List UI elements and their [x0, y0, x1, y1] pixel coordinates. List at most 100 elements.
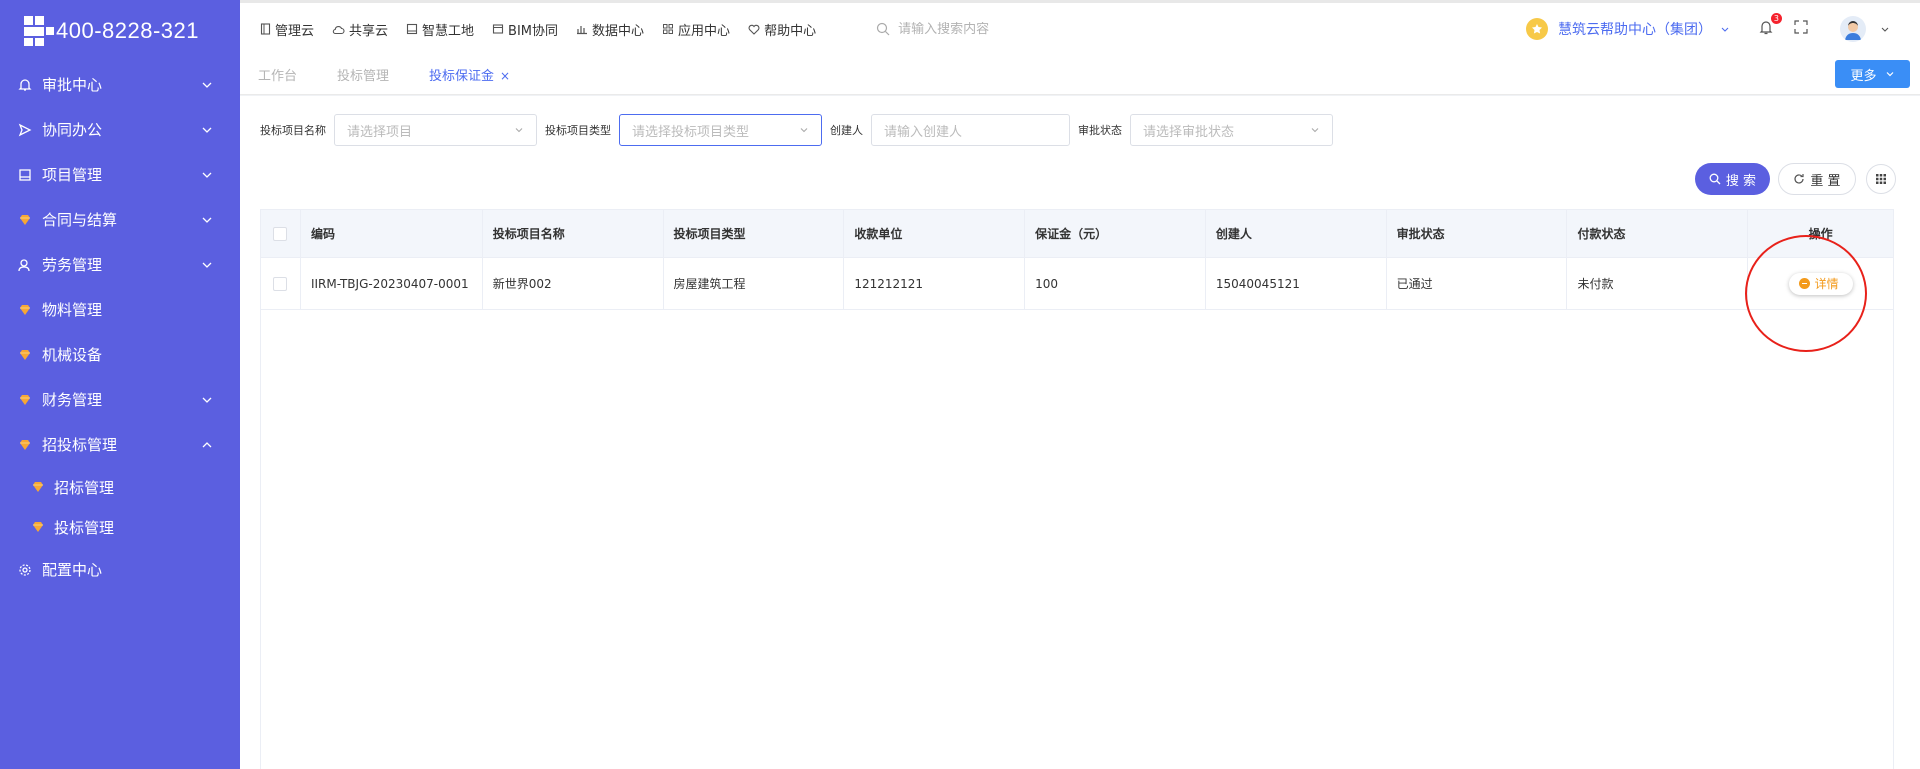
tab-bid-deposit[interactable]: 投标保证金 ×: [429, 65, 510, 84]
chevron-down-icon: [202, 172, 212, 178]
row-checkbox[interactable]: [273, 276, 287, 291]
sidebar-item-collab[interactable]: 协同办公: [0, 107, 240, 152]
sidebar-item-material[interactable]: 物料管理: [0, 287, 240, 332]
nav-item-data-center[interactable]: 数据中心: [576, 20, 644, 39]
logo[interactable]: 400-8228-321: [0, 0, 240, 62]
sidebar-item-project[interactable]: 项目管理: [0, 152, 240, 197]
sidebar-item-contract[interactable]: 合同与结算: [0, 197, 240, 242]
cell-creator: 15040045121: [1206, 258, 1387, 309]
filter-label-approval-status: 审批状态: [1078, 124, 1122, 137]
project-name-select[interactable]: 请选择项目: [334, 114, 537, 146]
book-icon: [18, 168, 32, 182]
sidebar-item-label: 配置中心: [42, 561, 103, 579]
sidebar-item-approval[interactable]: 审批中心: [0, 62, 240, 107]
sidebar-item-labor[interactable]: 劳务管理: [0, 242, 240, 287]
header-payee[interactable]: 收款单位: [844, 210, 1026, 257]
chevron-down-icon: [202, 82, 212, 88]
header-payment-status[interactable]: 付款状态: [1567, 210, 1749, 257]
gem-icon: [18, 213, 32, 227]
gem-icon: [33, 522, 43, 532]
more-dots-icon: [1798, 278, 1810, 289]
reset-button-label: 重 置: [1810, 173, 1841, 189]
table-row[interactable]: IIRM-TBJG-20230407-0001 新世界002 房屋建筑工程 12…: [261, 258, 1893, 310]
header-code[interactable]: 编码: [301, 210, 483, 257]
header-actions: 操作: [1808, 227, 1833, 241]
org-switcher[interactable]: 慧筑云帮助中心（集团）: [1526, 18, 1730, 40]
nav-item-bim[interactable]: BIM协同: [492, 20, 558, 39]
creator-input[interactable]: 请输入创建人: [871, 114, 1070, 146]
brand-phone: 400-8228-321: [56, 18, 200, 43]
header-project-type[interactable]: 投标项目类型: [664, 210, 845, 257]
column-settings-button[interactable]: [1866, 164, 1896, 194]
chevron-down-icon: [202, 127, 212, 133]
cell-deposit: 100: [1025, 258, 1206, 309]
heart-icon: [748, 24, 760, 35]
cell-payee: 121212121: [844, 258, 1026, 309]
sidebar-item-config[interactable]: 配置中心: [0, 547, 240, 592]
cell-code: IIRM-TBJG-20230407-0001: [301, 258, 483, 309]
header-project-name[interactable]: 投标项目名称: [483, 210, 664, 257]
nav-item-smart-site[interactable]: 智慧工地: [406, 20, 474, 39]
header-creator[interactable]: 创建人: [1206, 210, 1387, 257]
deposit-table: 编码 投标项目名称 投标项目类型 收款单位 保证金（元） 创建人 审批状态 付款…: [260, 209, 1894, 769]
detail-button[interactable]: 详情: [1788, 272, 1853, 295]
top-nav: 管理云 共享云 智慧工地 BIM协同 数据中心 应用中心 帮助中心: [240, 20, 834, 39]
sidebar: 400-8228-321 审批中心 协同办公 项目管理 合同与结算 劳务管理 物…: [0, 0, 240, 769]
chevron-down-icon: [515, 128, 523, 133]
cell-actions: 详情: [1748, 258, 1893, 309]
gem-icon: [18, 303, 32, 317]
reset-button[interactable]: 重 置: [1778, 163, 1856, 195]
logo-icon: [24, 16, 54, 46]
gem-icon: [18, 393, 32, 407]
select-placeholder: 请选择项目: [347, 124, 413, 140]
chart-icon: [577, 26, 588, 35]
sidebar-item-label: 劳务管理: [42, 256, 103, 274]
header-approval-status[interactable]: 审批状态: [1387, 210, 1568, 257]
sidebar-subitem-label: 招标管理: [54, 478, 115, 497]
avatar[interactable]: [1840, 16, 1866, 42]
select-all-checkbox[interactable]: [273, 226, 287, 241]
notification-button[interactable]: 3: [1758, 13, 1782, 39]
nav-item-app-center[interactable]: 应用中心: [662, 20, 730, 39]
filter-row: 投标项目名称 请选择项目 投标项目类型 请选择投标项目类型 创建人 请输入创建人…: [260, 114, 1333, 146]
tab-workbench[interactable]: 工作台: [258, 65, 297, 84]
nav-item-help-center[interactable]: 帮助中心: [748, 20, 816, 39]
tab-bid-management[interactable]: 投标管理: [337, 65, 389, 84]
select-placeholder: 请选择投标项目类型: [632, 124, 750, 140]
sidebar-subitem-bid[interactable]: 投标管理: [0, 507, 240, 547]
fullscreen-button[interactable]: [1794, 20, 1808, 38]
sidebar-item-equipment[interactable]: 机械设备: [0, 332, 240, 377]
project-type-select[interactable]: 请选择投标项目类型: [619, 114, 822, 146]
chevron-down-icon: [202, 397, 212, 403]
sidebar-item-bidding[interactable]: 招投标管理: [0, 422, 240, 467]
chevron-down-icon: [202, 262, 212, 268]
header-checkbox-cell: [261, 210, 301, 257]
filter-label-project-name: 投标项目名称: [260, 124, 326, 137]
nav-item-label: 管理云: [275, 23, 315, 39]
grid-icon: [663, 24, 674, 34]
row-checkbox-cell: [261, 258, 301, 309]
more-button[interactable]: 更多: [1835, 60, 1910, 88]
close-icon[interactable]: ×: [500, 69, 510, 83]
sidebar-subitem-tender[interactable]: 招标管理: [0, 467, 240, 507]
chevron-down-icon[interactable]: [1880, 24, 1890, 34]
sidebar-item-finance[interactable]: 财务管理: [0, 377, 240, 422]
cloud-icon: [332, 25, 345, 34]
avatar-icon: [1845, 21, 1861, 40]
sidebar-item-label: 财务管理: [42, 391, 103, 409]
search-input[interactable]: [898, 21, 1099, 37]
header-deposit[interactable]: 保证金（元）: [1025, 210, 1206, 257]
approval-status-select[interactable]: 请选择审批状态: [1130, 114, 1333, 146]
sidebar-subitem-label: 投标管理: [54, 518, 115, 537]
chevron-down-icon: [1721, 27, 1729, 32]
send-icon: [18, 123, 32, 137]
nav-item-shared-cloud[interactable]: 共享云: [332, 20, 388, 39]
nav-item-label: 数据中心: [592, 23, 645, 39]
search-icon: [1709, 173, 1721, 185]
detail-button-label: 详情: [1814, 277, 1839, 291]
nav-item-label: BIM协同: [508, 23, 559, 39]
nav-item-management-cloud[interactable]: 管理云: [260, 20, 314, 39]
search-button[interactable]: 搜 索: [1695, 163, 1770, 195]
nav-item-label: 帮助中心: [764, 23, 817, 39]
cell-payment-status: 未付款: [1567, 258, 1749, 309]
